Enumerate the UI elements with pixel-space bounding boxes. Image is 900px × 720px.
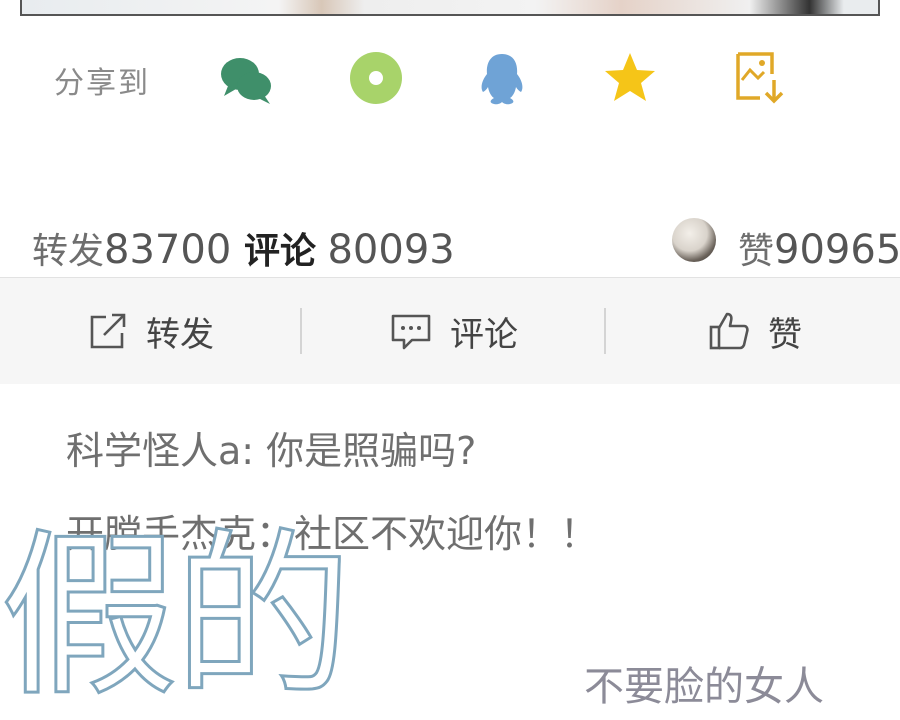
share-out-icon: [90, 313, 126, 349]
moments-icon[interactable]: [348, 50, 404, 106]
post-image-bottom-edge[interactable]: [20, 0, 880, 16]
comment-icon: [391, 314, 431, 350]
repost-stat-label: 转发: [32, 231, 105, 272]
share-label: 分享到: [54, 66, 150, 101]
comment-stat[interactable]: 评论 80093: [244, 222, 455, 274]
share-row: 分享到: [0, 40, 900, 110]
repost-count: 83700: [104, 227, 232, 273]
overlay-caption: 不要脸的女人: [584, 664, 824, 710]
comment-stat-label: 评论: [244, 231, 317, 272]
divider: [604, 308, 606, 354]
comment-button[interactable]: 评论: [390, 306, 518, 356]
thumbs-up-icon: [709, 312, 749, 350]
comment-line-1: 科学怪人a: 你是照骗吗?: [66, 429, 477, 473]
like-stat-label: 赞: [738, 231, 775, 272]
overlay-big-text: 假的: [0, 513, 354, 720]
wechat-icon[interactable]: [218, 50, 274, 106]
repost-stat[interactable]: 转发83700: [32, 222, 231, 274]
like-stat[interactable]: 赞90965: [738, 222, 900, 274]
like-count: 90965: [774, 227, 900, 273]
favorite-star-icon[interactable]: [602, 50, 658, 106]
repost-button-label: 转发: [146, 314, 214, 355]
repost-button[interactable]: 转发: [88, 306, 214, 356]
avatar[interactable]: [672, 218, 716, 262]
like-button[interactable]: 赞: [708, 306, 802, 356]
comment-button-label: 评论: [450, 314, 518, 355]
divider: [300, 308, 302, 354]
post-stats: 转发83700 评论 80093 赞90965: [0, 218, 900, 274]
comment-count: 80093: [327, 227, 455, 273]
save-image-icon[interactable]: [732, 50, 788, 106]
action-bar: 转发 评论 赞: [0, 277, 900, 384]
like-button-label: 赞: [768, 314, 802, 355]
qq-icon[interactable]: [474, 50, 530, 106]
